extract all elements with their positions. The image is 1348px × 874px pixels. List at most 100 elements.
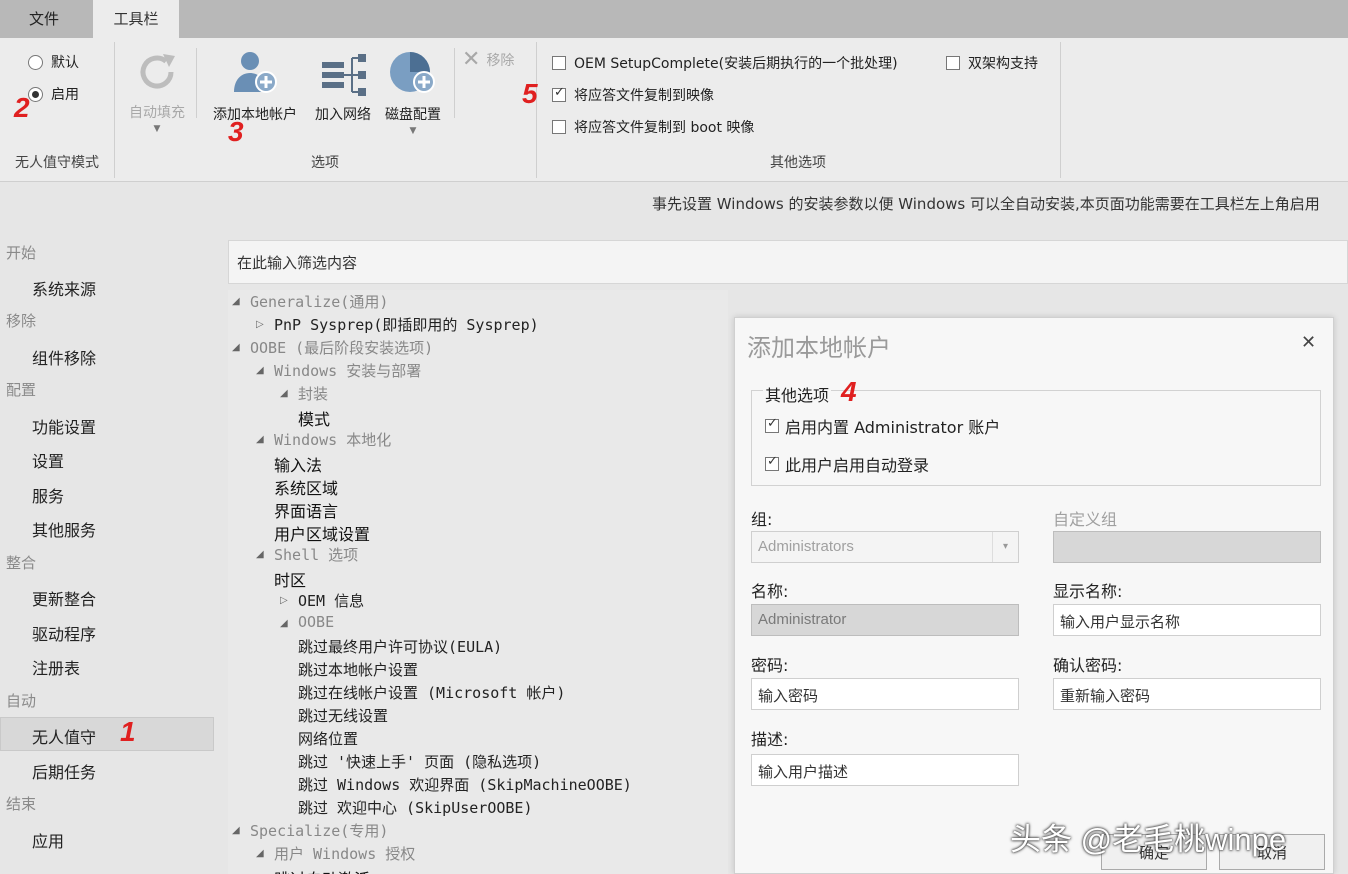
sidebar-item-component-remove[interactable]: 组件移除 [32,345,96,369]
auto-logon-checkbox[interactable] [765,454,779,471]
join-network-button[interactable]: 加入网络 [308,48,378,124]
group-label-other: 其他选项 [770,155,826,171]
collapse-icon[interactable]: ◢ [232,296,240,307]
collapse-icon[interactable]: ◢ [256,434,264,445]
sidebar-item-feature-settings[interactable]: 功能设置 [32,414,96,438]
tree-node-oobe-sub[interactable]: OOBE [298,613,334,631]
tree-node-generalize[interactable]: Generalize(通用) [250,291,388,312]
tree-node-oem-info[interactable]: OEM 信息 [298,590,364,611]
collapse-icon[interactable]: ◢ [280,618,288,629]
radio-enable-circle[interactable] [28,86,43,102]
tree-node-network-location[interactable]: 网络位置 [298,728,358,749]
tree-node-skip-online-account[interactable]: 跳过在线帐户设置 (Microsoft 帐户) [298,682,565,703]
tree-node-oobe[interactable]: OOBE (最后阶段安装选项) [250,337,433,358]
tab-toolbar[interactable]: 工具栏 [93,0,179,38]
tree-node-skip-windows-welcome[interactable]: 跳过 Windows 欢迎界面 (SkipMachineOOBE) [298,774,632,795]
oem-setup-checkbox[interactable] [552,56,566,70]
dual-arch-checkbox-row[interactable]: 双架构支持 [946,53,1038,73]
auto-logon-row[interactable]: 此用户启用自动登录 [765,452,929,476]
tree-node-specialize[interactable]: Specialize(专用) [250,820,388,841]
display-name-input[interactable]: 输入用户显示名称 [1053,604,1321,636]
tree-node-user-windows-auth[interactable]: 用户 Windows 授权 [274,843,415,864]
tree-node-skip-quick-start[interactable]: 跳过 '快速上手' 页面 (隐私选项) [298,751,541,772]
group-separator [196,48,197,118]
name-label: 名称: [751,582,789,601]
confirm-password-input[interactable]: 重新输入密码 [1053,678,1321,710]
add-user-icon [234,52,277,93]
watermark: 头条 @老毛桃winpe [1010,822,1287,857]
custom-group-label: 自定义组 [1053,510,1118,529]
custom-group-input [1053,531,1321,563]
tree-node-shell-options[interactable]: Shell 选项 [274,544,358,565]
ribbon: 默认 启用 2 无人值守模式 自动填充 ▼ 添加本地帐户 加入网络 磁盘配置 ▼… [0,38,1348,182]
copy-install-checkbox[interactable] [552,85,566,102]
copy-boot-checkbox-row[interactable]: 将应答文件复制到 boot 映像 [552,117,754,137]
close-icon: ✕ [462,47,481,72]
group-select[interactable]: Administrators ▾ [751,531,1019,563]
tree-node-pnp-sysprep[interactable]: PnP Sysprep(即插即用的 Sysprep) [274,314,539,335]
sidebar-item-registry[interactable]: 注册表 [32,655,80,679]
tree-node-ui-language[interactable]: 界面语言 [274,498,338,522]
copy-install-label: 将应答文件复制到映像 [574,88,714,104]
expand-icon[interactable]: ▷ [256,319,264,330]
remove-label: 移除 [486,53,515,69]
sidebar-item-update-integrate[interactable]: 更新整合 [32,586,96,610]
radio-enable[interactable]: 启用 [28,84,79,104]
collapse-icon[interactable]: ◢ [280,388,288,399]
sidebar-item-unattended[interactable]: 无人值守 [32,724,96,748]
tree-node-timezone[interactable]: 时区 [274,567,306,591]
tree-node-input-method[interactable]: 输入法 [274,452,322,476]
collapse-icon[interactable]: ◢ [256,365,264,376]
oem-setup-checkbox-row[interactable]: OEM SetupComplete(安装后期执行的一个批处理) [552,53,898,73]
tree-node-windows-local[interactable]: Windows 本地化 [274,429,391,450]
copy-boot-checkbox[interactable] [552,120,566,134]
password-input[interactable]: 输入密码 [751,678,1019,710]
tree-node-skip-welcome-center[interactable]: 跳过 欢迎中心 (SkipUserOOBE) [298,797,533,818]
tree-node-system-region[interactable]: 系统区域 [274,475,338,499]
tab-file[interactable]: 文件 [0,0,88,38]
group-label-options: 选项 [311,155,339,171]
other-options-legend: 其他选项 [763,382,832,406]
enable-admin-row[interactable]: 启用内置 Administrator 账户 [765,414,1000,438]
tree-node-skip-eula[interactable]: 跳过最终用户许可协议(EULA) [298,636,502,657]
expand-icon[interactable]: ▷ [280,595,288,606]
password-label: 密码: [751,656,789,675]
tree-node-skip-auto-activate[interactable]: 跳过自动激活 [274,866,370,874]
radio-default-circle[interactable] [28,54,43,70]
filter-input[interactable]: 在此输入筛选内容 [228,240,1348,284]
auto-fill-button[interactable]: 自动填充 ▼ [124,48,190,134]
copy-install-checkbox-row[interactable]: 将应答文件复制到映像 [552,85,714,105]
collapse-icon[interactable]: ◢ [256,848,264,859]
dual-arch-checkbox[interactable] [946,56,960,70]
collapse-icon[interactable]: ◢ [256,549,264,560]
tree-node-skip-wireless[interactable]: 跳过无线设置 [298,705,388,726]
sidebar-category-remove: 移除 [6,312,37,330]
collapse-icon[interactable]: ◢ [232,825,240,836]
radio-default[interactable]: 默认 [28,52,79,72]
sidebar-item-post-tasks[interactable]: 后期任务 [32,759,96,783]
close-icon[interactable]: ✕ [1301,332,1316,353]
tree-node-seal[interactable]: 封装 [298,383,328,404]
annotation-2: 2 [14,92,30,123]
sidebar-item-other-services[interactable]: 其他服务 [32,517,96,541]
sidebar-item-settings[interactable]: 设置 [32,448,64,472]
collapse-icon[interactable]: ◢ [232,342,240,353]
sidebar-item-source[interactable]: 系统来源 [32,276,96,300]
add-local-account-button[interactable]: 添加本地帐户 [206,48,304,124]
tree-node-skip-local-account[interactable]: 跳过本地帐户设置 [298,659,418,680]
display-name-label: 显示名称: [1053,582,1123,601]
sidebar-item-apply[interactable]: 应用 [32,828,64,852]
tree-node-mode[interactable]: 模式 [298,406,330,430]
tree-node-windows-install[interactable]: Windows 安装与部署 [274,360,421,381]
page-description: 事先设置 Windows 的安装参数以便 Windows 可以全自动安装,本页面… [652,195,1320,213]
remove-button[interactable]: ✕ 移除 [462,47,515,72]
enable-admin-checkbox[interactable] [765,416,779,433]
description-input[interactable]: 输入用户描述 [751,754,1019,786]
disk-config-button[interactable]: 磁盘配置 ▼ [380,48,446,136]
annotation-3: 3 [228,116,244,147]
sidebar-item-drivers[interactable]: 驱动程序 [32,621,96,645]
chevron-down-icon[interactable]: ▾ [992,532,1018,562]
sidebar-item-services[interactable]: 服务 [32,483,64,507]
tree-node-user-locale[interactable]: 用户区域设置 [274,521,370,545]
disk-icon [390,52,435,93]
